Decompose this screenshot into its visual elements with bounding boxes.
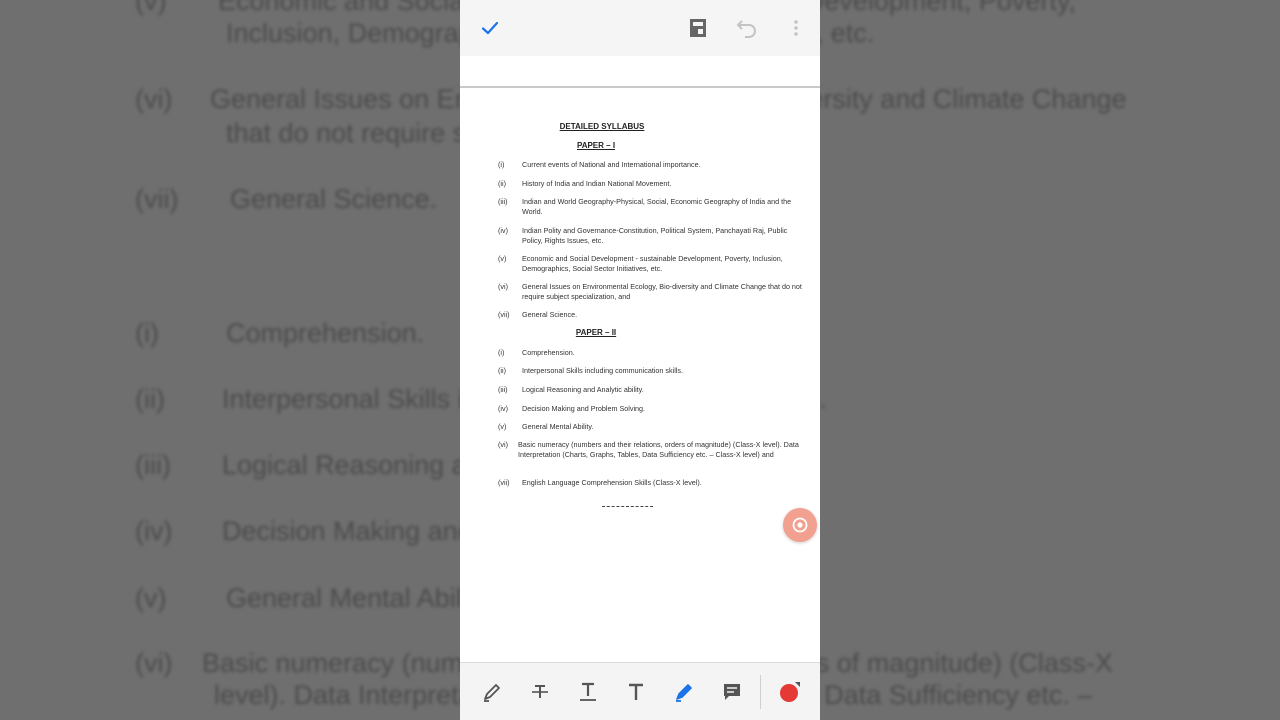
highlighter-icon[interactable]: [670, 678, 698, 706]
item-text: General Mental Ability.: [522, 422, 594, 431]
background-number: (vii): [135, 184, 179, 214]
item-text: Indian and World Geography-Physical, Soc…: [522, 197, 792, 216]
text-icon[interactable]: [622, 678, 650, 706]
strikethrough-icon[interactable]: [526, 678, 554, 706]
item-number: (iv): [498, 404, 508, 413]
background-number: (iv): [135, 516, 173, 546]
item-number: (ii): [498, 179, 506, 188]
item-number: (v): [498, 254, 507, 263]
color-picker-icon[interactable]: [776, 678, 804, 706]
background-line: General Mental Ability.: [226, 583, 495, 613]
item-number: (iv): [498, 226, 508, 235]
floating-action-button[interactable]: [783, 508, 817, 542]
item-number: (v): [498, 422, 507, 431]
background-number: (vi): [135, 648, 173, 678]
item-text: Indian Polity and Governance-Constitutio…: [522, 226, 788, 245]
item-number: (vii): [498, 478, 510, 487]
item-number: (i): [498, 160, 505, 169]
background-line: General Science.: [230, 184, 438, 214]
item-number: (ii): [498, 366, 506, 375]
pdf-annotation-screen: DETAILED SYLLABUS PAPER – I (i) Current …: [460, 0, 820, 720]
background-number: (v): [135, 583, 167, 613]
background-number: (i): [135, 318, 159, 348]
paper-2-heading: PAPER – II: [575, 328, 617, 337]
top-app-bar: [460, 0, 820, 56]
item-number: (vi): [498, 282, 508, 291]
item-text: Basic numeracy (numbers and their relati…: [518, 440, 799, 459]
item-text: History of India and Indian National Mov…: [522, 179, 672, 188]
item-number: (iii): [498, 385, 508, 394]
item-number: (vi): [498, 440, 508, 449]
paper-1-heading: PAPER – I: [576, 141, 616, 150]
pen-icon[interactable]: [478, 678, 506, 706]
background-number: (vi): [135, 84, 173, 114]
item-text: General Science.: [522, 310, 578, 319]
annotation-toolbar: [460, 662, 820, 720]
item-text: Economic and Social Development - sustai…: [522, 254, 783, 273]
background-number: (iii): [135, 450, 171, 480]
undo-icon[interactable]: [730, 14, 762, 42]
item-text: Comprehension.: [522, 348, 575, 357]
more-options-icon[interactable]: [784, 14, 808, 42]
item-text: English Language Comprehension Skills (C…: [522, 478, 702, 487]
item-text: Interpersonal Skills including communica…: [522, 366, 683, 375]
item-number: (vii): [498, 310, 510, 319]
comment-icon[interactable]: [718, 678, 746, 706]
toolbar-divider: [760, 675, 761, 709]
item-number: (iii): [498, 197, 508, 206]
done-check-icon[interactable]: [474, 12, 506, 44]
item-number: (i): [498, 348, 505, 357]
background-line: Comprehension.: [226, 318, 425, 348]
page-view-icon[interactable]: [684, 14, 712, 42]
document-title: DETAILED SYLLABUS: [559, 122, 645, 131]
background-number: (ii): [135, 384, 165, 414]
page-margin: [460, 56, 820, 86]
item-text: Logical Reasoning and Analytic ability.: [522, 385, 644, 394]
end-of-document-line: [602, 506, 653, 507]
item-text: General Issues on Environmental Ecology,…: [522, 282, 802, 301]
background-number: (v): [135, 0, 167, 16]
underline-icon[interactable]: [574, 678, 602, 706]
item-text: Decision Making and Problem Solving.: [522, 404, 646, 413]
item-text: Current events of National and Internati…: [522, 160, 701, 169]
